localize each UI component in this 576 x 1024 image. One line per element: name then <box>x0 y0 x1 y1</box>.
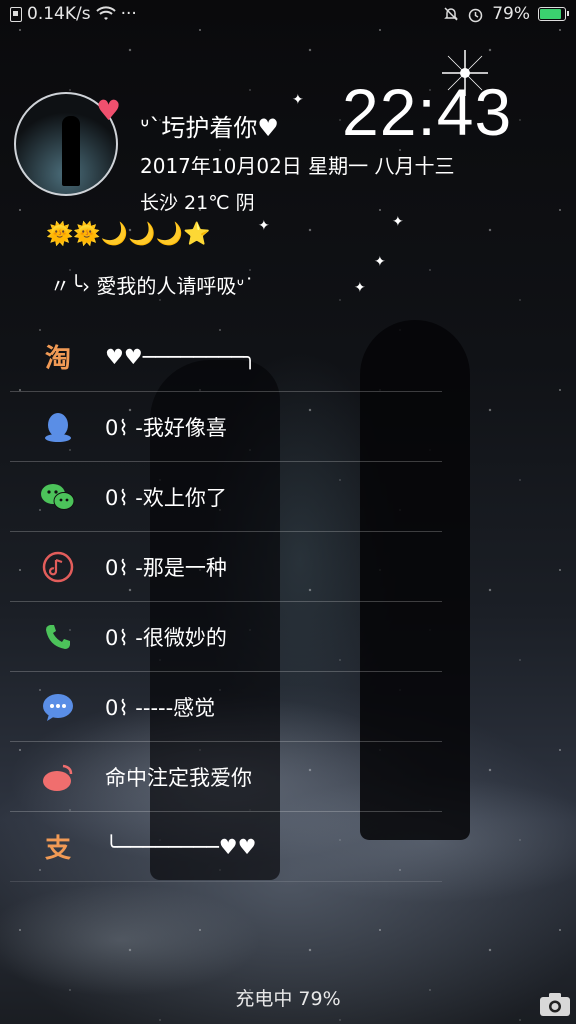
app-row-qq[interactable]: 0⌇ -我好像喜 <box>10 392 442 462</box>
clock-time[interactable]: 22:43 <box>342 74 512 150</box>
sparkle-icon: ✦ <box>292 92 304 108</box>
weather-text: 长沙 21℃ 阴 <box>140 192 255 214</box>
phone-icon <box>40 619 76 655</box>
sparkle-icon: ✦ <box>258 218 270 234</box>
wifi-icon <box>95 6 116 20</box>
date-text: 2017年10月02日 星期一 八月十三 <box>140 154 455 178</box>
more-indicator: ··· <box>120 4 137 24</box>
charging-status: 充电中 79% <box>235 988 341 1010</box>
zhi-icon: 支 <box>44 834 71 864</box>
app-row-wechat[interactable]: 0⌇ -欢上你了 <box>10 462 442 532</box>
app-label: 0⌇ -欢上你了 <box>105 485 227 510</box>
app-row-messages[interactable]: 0⌇ -----感觉 <box>10 672 442 742</box>
qq-icon <box>40 409 76 445</box>
weibo-icon <box>40 759 76 795</box>
alarm-icon <box>468 8 483 22</box>
music-icon <box>40 549 76 585</box>
app-row-music[interactable]: 0⌇ -那是一种 <box>10 532 442 602</box>
app-row-weibo[interactable]: 命中注定我爱你 <box>10 742 442 812</box>
app-label: 0⌇ -我好像喜 <box>105 415 227 440</box>
battery-icon <box>538 7 569 21</box>
app-row-taobao[interactable]: 淘 ♥♥────────╮ <box>10 322 442 392</box>
app-label: ╰────────♥♥ <box>105 834 257 859</box>
app-label: 0⌇ -----感觉 <box>105 695 216 720</box>
emoji-row: 🌞🌞🌙🌙🌙⭐ <box>46 222 211 247</box>
app-list: 淘 ♥♥────────╮ 0⌇ -我好像喜 0⌇ -欢上你了 0⌇ -那是一种… <box>10 322 442 882</box>
messages-icon <box>40 689 76 725</box>
taobao-icon: 淘 <box>44 344 71 374</box>
app-label: 命中注定我爱你 <box>105 765 252 790</box>
nickname: ᐡ`圬护着你♥ <box>140 114 279 142</box>
heart-icon: ♥ <box>96 94 122 127</box>
sparkle-icon: ✦ <box>374 254 386 270</box>
mute-bell-icon <box>444 7 459 21</box>
app-label: 0⌇ -很微妙的 <box>105 625 227 650</box>
battery-percent: 79% <box>492 4 530 24</box>
network-speed: 0.14K/s <box>27 4 91 24</box>
sparkle-icon: ✦ <box>392 214 404 230</box>
app-label: ♥♥────────╮ <box>105 344 257 369</box>
status-bar: 0.14K/s ··· 79% <box>0 0 576 30</box>
sparkle-icon: ✦ <box>354 280 366 296</box>
app-row-phone[interactable]: 0⌇ -很微妙的 <box>10 602 442 672</box>
app-row-zhi[interactable]: 支 ╰────────♥♥ <box>10 812 442 882</box>
camera-icon[interactable] <box>538 990 572 1018</box>
wechat-icon <box>40 479 76 515</box>
notification-icon <box>10 6 22 22</box>
app-label: 0⌇ -那是一种 <box>105 555 227 580</box>
motto-text: 〃╰› 愛我的人请呼吸ᐡ˙ <box>50 274 255 298</box>
